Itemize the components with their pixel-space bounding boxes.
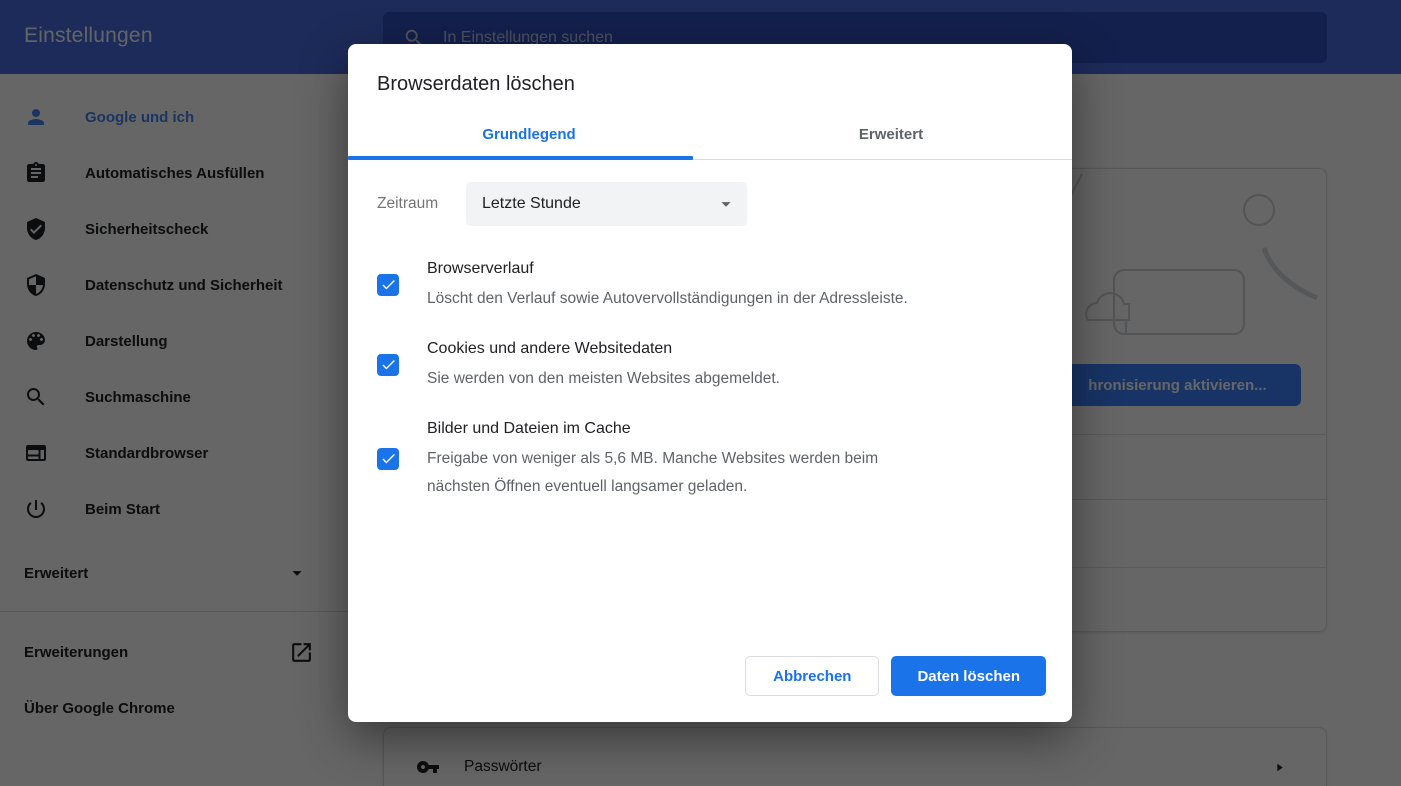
cached-files-checkbox[interactable] [377, 448, 399, 470]
item-label: Browserverlauf [427, 256, 908, 281]
item-label: Bilder und Dateien im Cache [427, 416, 878, 441]
check-icon [380, 276, 397, 293]
dialog-body: Zeitraum Letzte Stunde Browserverlauf Lö… [348, 182, 1072, 501]
check-icon [380, 450, 397, 467]
check-icon [380, 356, 397, 373]
browsing-history-checkbox[interactable] [377, 274, 399, 296]
tab-basic[interactable]: Grundlegend [348, 110, 710, 159]
dropdown-arrow-icon [715, 193, 737, 215]
item-description: Sie werden von den meisten Websites abge… [427, 365, 780, 393]
time-range-label: Zeitraum [377, 195, 466, 213]
clear-data-button[interactable]: Daten löschen [891, 656, 1046, 696]
dialog-buttons: Abbrechen Daten löschen [745, 656, 1046, 696]
chrome-settings-page: Einstellungen In Einstellungen suchen Go… [0, 0, 1401, 786]
item-description: Freigabe von weniger als 5,6 MB. Manche … [427, 445, 878, 501]
list-item-cached-files: Bilder und Dateien im Cache Freigabe von… [377, 416, 1043, 501]
item-label: Cookies und andere Websitedaten [427, 336, 780, 361]
active-tab-underline [348, 156, 693, 160]
dialog-tabs: Grundlegend Erweitert [348, 110, 1072, 160]
clear-browsing-data-dialog: Browserdaten löschen Grundlegend Erweite… [348, 44, 1072, 722]
cookies-checkbox[interactable] [377, 354, 399, 376]
time-range-select[interactable]: Letzte Stunde [466, 182, 747, 226]
time-range-row: Zeitraum Letzte Stunde [377, 182, 1043, 226]
item-description: Löscht den Verlauf sowie Autovervollstän… [427, 285, 908, 313]
list-item-browsing-history: Browserverlauf Löscht den Verlauf sowie … [377, 256, 1043, 313]
tab-advanced[interactable]: Erweitert [710, 110, 1072, 159]
data-type-list: Browserverlauf Löscht den Verlauf sowie … [377, 256, 1043, 501]
dialog-title: Browserdaten löschen [377, 70, 1043, 98]
list-item-cookies: Cookies und andere Websitedaten Sie werd… [377, 336, 1043, 393]
cancel-button[interactable]: Abbrechen [745, 656, 879, 696]
time-range-value: Letzte Stunde [482, 195, 581, 213]
